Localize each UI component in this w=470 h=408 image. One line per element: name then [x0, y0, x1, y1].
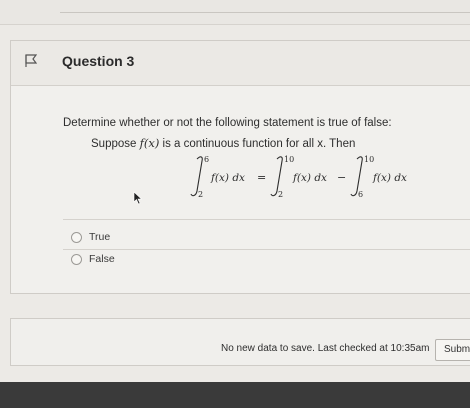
question-header: Question 3	[11, 41, 470, 86]
rhs1-upper-limit: 10	[284, 155, 294, 164]
statement-prefix: Suppose	[91, 138, 140, 150]
lhs-upper-limit: 6	[204, 155, 209, 164]
statement-function: f(x)	[139, 136, 160, 150]
rhs2-upper-limit: 10	[364, 155, 374, 164]
integral-equation: 6 2 f(x) dx = 10 2 f(x) dx − 10 6 f(x) d…	[190, 155, 407, 199]
top-strip	[0, 0, 470, 25]
flag-icon[interactable]	[25, 54, 37, 68]
rhs1-lower-limit: 2	[278, 190, 283, 199]
rhs2-lower-limit: 6	[358, 190, 363, 199]
statement-text: Suppose f(x) is a continuous function fo…	[91, 136, 355, 150]
mouse-cursor-icon	[133, 191, 143, 205]
options-divider-middle	[63, 249, 470, 250]
save-status-text: No new data to save. Last checked at 10:…	[221, 343, 430, 354]
equals-sign: =	[257, 171, 266, 184]
radio-true[interactable]	[71, 231, 82, 243]
option-false[interactable]: False	[71, 253, 115, 265]
submit-button[interactable]: Submit	[435, 339, 470, 361]
option-false-label: False	[89, 253, 115, 265]
question-card: Question 3 Determine whether or not the …	[10, 40, 470, 294]
save-footer: No new data to save. Last checked at 10:…	[10, 318, 470, 366]
option-true-label: True	[89, 231, 111, 243]
bottom-bezel	[0, 382, 470, 408]
lhs-lower-limit: 2	[198, 190, 203, 199]
rhs2-integrand: f(x) dx	[372, 172, 407, 184]
options-divider-top	[63, 219, 470, 220]
question-prompt: Determine whether or not the following s…	[63, 117, 392, 129]
lhs-integrand: f(x) dx	[210, 172, 245, 184]
statement-suffix: is a continuous function for all x. Then	[159, 138, 356, 150]
question-title: Question 3	[62, 53, 135, 69]
minus-sign: −	[337, 171, 346, 184]
rhs1-integrand: f(x) dx	[292, 172, 327, 184]
previous-question-edge	[60, 0, 470, 13]
option-true[interactable]: True	[71, 231, 110, 243]
radio-false[interactable]	[71, 253, 82, 265]
